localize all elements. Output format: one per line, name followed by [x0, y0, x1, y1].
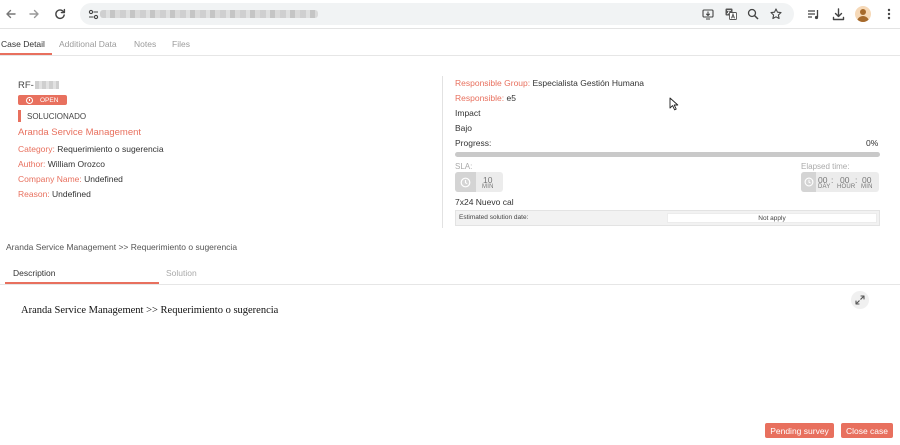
- url-text-redacted: [100, 10, 318, 18]
- translate-icon[interactable]: [724, 7, 738, 21]
- service-link[interactable]: Aranda Service Management: [18, 127, 141, 138]
- estimated-solution-value: Not apply: [667, 213, 877, 223]
- browser-toolbar: [0, 0, 900, 29]
- elapsed-label: Elapsed time:: [801, 162, 850, 171]
- progress-bar: [455, 152, 880, 157]
- status-badge-label: OPEN: [40, 96, 59, 104]
- case-tabs: Case Detail Additional Data Notes Files: [0, 30, 900, 56]
- bookmark-star-icon[interactable]: [769, 7, 783, 21]
- author-field: Author: William Orozco: [18, 159, 105, 169]
- tab-files[interactable]: Files: [172, 39, 190, 49]
- active-tab-indicator: [0, 53, 52, 55]
- description-text: Aranda Service Management >> Requerimien…: [21, 305, 279, 316]
- tab-solution[interactable]: Solution: [166, 268, 197, 278]
- breadcrumb: Aranda Service Management >> Requerimien…: [6, 242, 238, 252]
- category-label: Category:: [18, 144, 55, 154]
- case-id-number-redacted: [34, 81, 59, 90]
- min-unit: MIN: [861, 184, 873, 190]
- site-info-icon[interactable]: [86, 7, 100, 21]
- company-field: Company Name: Undefined: [18, 174, 123, 184]
- elapsed-time-box: 00 : 00 : 00 DAY HOUR MIN: [801, 172, 879, 192]
- forward-arrow-icon[interactable]: [26, 6, 42, 22]
- responsible-value: e5: [506, 93, 516, 103]
- reload-icon[interactable]: [52, 6, 68, 22]
- tab-description[interactable]: Description: [13, 268, 56, 278]
- sla-box: 10 MIN: [455, 172, 503, 192]
- case-state: SOLUCIONADO: [27, 112, 87, 121]
- sla-label: SLA:: [455, 162, 473, 171]
- responsible-label: Responsible:: [455, 93, 505, 103]
- expand-icon[interactable]: [851, 291, 869, 309]
- elapsed-sep-1: :: [831, 175, 834, 185]
- reason-label: Reason:: [18, 189, 50, 199]
- sla-clock-icon: [455, 172, 476, 192]
- tab-additional-data[interactable]: Additional Data: [59, 39, 117, 49]
- category-field: Category: Requerimiento o sugerencia: [18, 144, 164, 154]
- reason-field: Reason: Undefined: [18, 189, 91, 199]
- zoom-icon[interactable]: [746, 7, 760, 21]
- responsible-field: Responsible: e5: [455, 93, 516, 103]
- sla-unit: MIN: [482, 184, 494, 190]
- status-badge: OPEN: [18, 95, 67, 105]
- address-bar[interactable]: [80, 3, 794, 25]
- company-label: Company Name:: [18, 174, 82, 184]
- category-value: Requerimiento o sugerencia: [57, 144, 164, 154]
- author-value: William Orozco: [47, 159, 105, 169]
- day-unit: DAY: [818, 184, 831, 190]
- column-divider: [442, 76, 443, 228]
- install-icon[interactable]: [701, 7, 715, 21]
- calendar-name: 7x24 Nuevo cal: [455, 197, 514, 207]
- estimated-solution-row: Estimated solution date: Not apply: [455, 210, 880, 226]
- reading-list-icon[interactable]: [805, 6, 821, 22]
- progress-percent: 0%: [866, 138, 879, 148]
- mouse-cursor: [669, 97, 679, 113]
- progress-label: Progress:: [455, 138, 492, 148]
- elapsed-clock-icon: [801, 172, 816, 192]
- author-label: Author:: [18, 159, 46, 169]
- tab-notes[interactable]: Notes: [134, 39, 156, 49]
- responsible-group-value: Especialista Gestión Humana: [532, 78, 645, 88]
- estimated-solution-label: Estimated solution date:: [459, 214, 529, 221]
- state-indicator-bar: [18, 110, 21, 122]
- description-tab-indicator: [5, 282, 159, 284]
- responsible-group-label: Responsible Group:: [455, 78, 531, 88]
- more-vert-icon[interactable]: [881, 6, 897, 22]
- clock-icon: [26, 96, 33, 104]
- profile-avatar-icon[interactable]: [855, 6, 871, 22]
- download-icon[interactable]: [830, 6, 846, 22]
- close-case-button[interactable]: Close case: [841, 423, 893, 438]
- company-value: Undefined: [84, 174, 123, 184]
- reason-value: Undefined: [52, 189, 91, 199]
- impact-value: Bajo: [455, 123, 473, 133]
- case-id-prefix: RF-: [18, 80, 34, 91]
- responsible-group-field: Responsible Group: Especialista Gestión …: [455, 78, 644, 88]
- impact-label: Impact: [455, 108, 481, 118]
- case-id: RF-: [18, 80, 59, 91]
- tab-case-detail[interactable]: Case Detail: [1, 39, 45, 49]
- pending-survey-button[interactable]: Pending survey: [765, 423, 834, 438]
- back-arrow-icon[interactable]: [3, 6, 19, 22]
- hour-unit: HOUR: [837, 184, 856, 190]
